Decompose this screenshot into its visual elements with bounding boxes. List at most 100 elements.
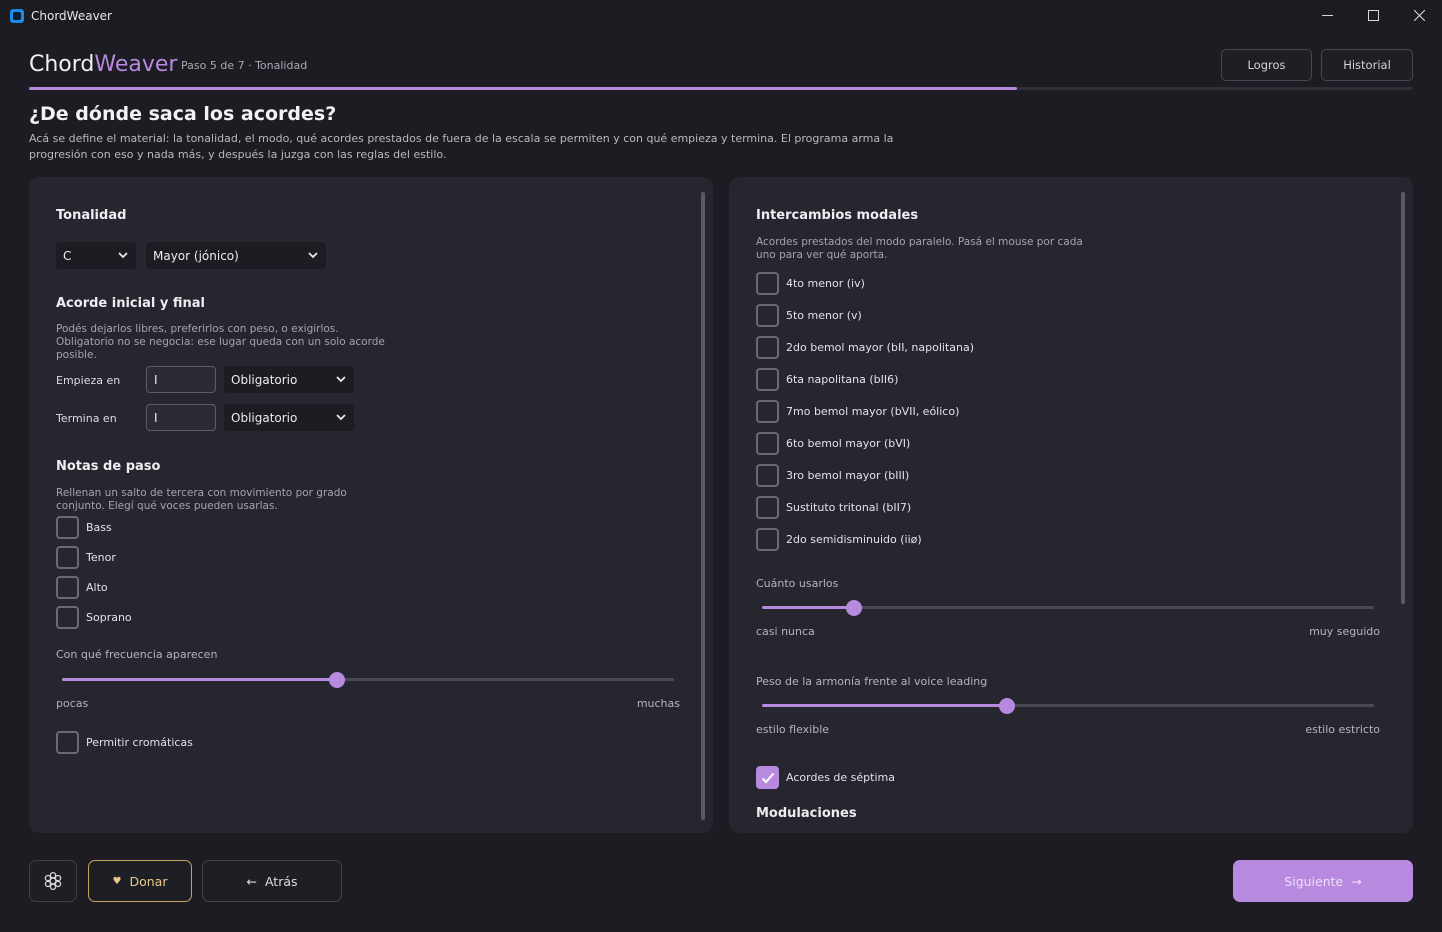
- brand-logo: ChordWeaver: [29, 52, 177, 77]
- key-select[interactable]: C: [56, 242, 136, 269]
- voice-checkbox-alto[interactable]: Alto: [56, 576, 108, 599]
- start-end-hint: Podés dejarlos libres, preferirlos con p…: [56, 323, 385, 361]
- checkbox[interactable]: [756, 432, 779, 455]
- modal-exchange-checkbox[interactable]: 6to bemol mayor (bVI): [756, 432, 910, 455]
- checkbox[interactable]: [56, 516, 79, 539]
- right-panel-scrollbar[interactable]: [1401, 192, 1405, 604]
- voice-label: Soprano: [86, 611, 132, 624]
- modal-exchange-checkbox[interactable]: 2do bemol mayor (bII, napolitana): [756, 336, 974, 359]
- page-title: ¿De dónde saca los acordes?: [29, 103, 337, 125]
- modal-exchange-checkbox[interactable]: 5to menor (v): [756, 304, 862, 327]
- modal-exchange-checkbox[interactable]: 7mo bemol mayor (bVII, eólico): [756, 400, 959, 423]
- minimize-button[interactable]: [1304, 0, 1350, 31]
- end-chord-input[interactable]: [146, 404, 216, 431]
- checkmark-icon: [761, 772, 774, 783]
- next-label: Siguiente: [1284, 873, 1344, 889]
- start-chord-input[interactable]: [146, 366, 216, 393]
- checkbox[interactable]: [756, 336, 779, 359]
- end-chord-mode-select[interactable]: Obligatorio: [224, 404, 354, 431]
- slider-fill: [762, 704, 1007, 707]
- modal-exchange-label: 5to menor (v): [786, 309, 862, 322]
- usage-max-label: muy seguido: [1309, 625, 1380, 638]
- checkbox[interactable]: [756, 464, 779, 487]
- checkbox[interactable]: [56, 546, 79, 569]
- frequency-slider[interactable]: [62, 671, 674, 688]
- close-button[interactable]: [1396, 0, 1442, 31]
- modal-exchange-section-title: Intercambios modales: [756, 208, 919, 223]
- arrow-left-icon: ←: [246, 873, 257, 889]
- checkbox[interactable]: [56, 731, 79, 754]
- modal-exchange-checkbox[interactable]: 3ro bemol mayor (bIII): [756, 464, 909, 487]
- modal-exchange-checkbox[interactable]: 6ta napolitana (bII6): [756, 368, 898, 391]
- voice-checkbox-tenor[interactable]: Tenor: [56, 546, 116, 569]
- left-panel: Tonalidad C Mayor (jónico) Acorde inicia…: [29, 177, 713, 833]
- app-icon: [10, 8, 24, 23]
- settings-button[interactable]: [29, 860, 77, 902]
- modal-exchange-label: 2do semidisminuido (iiø): [786, 533, 922, 546]
- seventh-chords-label: Acordes de séptima: [786, 771, 895, 784]
- end-chord-label: Termina en: [56, 412, 117, 425]
- chevron-down-icon: [336, 376, 346, 383]
- wizard-progress-fill: [29, 87, 1018, 90]
- seventh-chords-checkbox[interactable]: Acordes de séptima: [756, 766, 895, 789]
- modal-exchange-checkbox[interactable]: 4to menor (iv): [756, 272, 865, 295]
- modal-exchange-label: 7mo bemol mayor (bVII, eólico): [786, 405, 960, 418]
- checkbox[interactable]: [756, 400, 779, 423]
- checkbox[interactable]: [56, 576, 79, 599]
- checkbox[interactable]: [756, 766, 779, 789]
- voice-checkbox-bass[interactable]: Bass: [56, 516, 112, 539]
- slider-thumb[interactable]: [998, 697, 1015, 714]
- modal-exchange-label: 3ro bemol mayor (bIII): [786, 469, 910, 482]
- checkbox[interactable]: [756, 496, 779, 519]
- brand-part1: Chord: [29, 52, 95, 77]
- modal-exchange-checkbox[interactable]: 2do semidisminuido (iiø): [756, 528, 922, 551]
- slider-thumb[interactable]: [329, 671, 346, 688]
- window-controls: [1304, 0, 1442, 31]
- weight-slider[interactable]: [762, 697, 1374, 714]
- slider-thumb[interactable]: [845, 599, 862, 616]
- checkbox[interactable]: [756, 304, 779, 327]
- minimize-icon: [1321, 15, 1333, 16]
- weight-slider-label: Peso de la armonía frente al voice leadi…: [756, 675, 988, 688]
- mode-select[interactable]: Mayor (jónico): [146, 242, 326, 269]
- title-bar: ChordWeaver: [0, 0, 1442, 31]
- modulation-section-title: Modulaciones: [756, 806, 857, 821]
- chevron-down-icon: [308, 252, 318, 259]
- donate-button[interactable]: ♥ Donar: [88, 860, 192, 902]
- chromatic-label: Permitir cromáticas: [86, 736, 193, 749]
- checkbox[interactable]: [756, 272, 779, 295]
- voice-label: Tenor: [86, 551, 116, 564]
- voice-label: Bass: [86, 521, 112, 534]
- modal-exchange-label: 4to menor (iv): [786, 277, 865, 290]
- checkbox[interactable]: [756, 528, 779, 551]
- slider-fill: [762, 606, 854, 609]
- key-section-title: Tonalidad: [56, 208, 127, 223]
- end-chord-mode-value: Obligatorio: [231, 410, 298, 425]
- close-icon: [1413, 10, 1425, 21]
- maximize-button[interactable]: [1350, 0, 1396, 31]
- arrow-right-icon: →: [1351, 873, 1362, 889]
- history-button[interactable]: Historial: [1321, 49, 1413, 81]
- voice-checkbox-soprano[interactable]: Soprano: [56, 606, 132, 629]
- passing-notes-section-title: Notas de paso: [56, 459, 161, 474]
- achievements-button[interactable]: Logros: [1221, 49, 1312, 81]
- passing-notes-hint: Rellenan un salto de tercera con movimie…: [56, 487, 347, 512]
- usage-slider-label: Cuánto usarlos: [756, 577, 839, 590]
- next-button[interactable]: Siguiente →: [1233, 860, 1413, 902]
- modal-exchange-label: 6ta napolitana (bII6): [786, 373, 899, 386]
- frequency-slider-label: Con qué frecuencia aparecen: [56, 648, 218, 661]
- checkbox[interactable]: [56, 606, 79, 629]
- start-chord-mode-select[interactable]: Obligatorio: [224, 366, 354, 393]
- start-chord-label: Empieza en: [56, 374, 121, 387]
- usage-slider[interactable]: [762, 599, 1374, 616]
- modal-exchange-label: 2do bemol mayor (bII, napolitana): [786, 341, 975, 354]
- modal-exchange-checkbox[interactable]: Sustituto tritonal (bII7): [756, 496, 911, 519]
- slider-fill: [62, 678, 338, 681]
- back-button[interactable]: ← Atrás: [202, 860, 342, 902]
- weight-min-label: estilo flexible: [756, 723, 830, 736]
- maximize-icon: [1367, 10, 1379, 21]
- left-panel-scrollbar[interactable]: [701, 192, 705, 820]
- checkbox[interactable]: [756, 368, 779, 391]
- chromatic-checkbox[interactable]: Permitir cromáticas: [56, 731, 193, 754]
- weight-max-label: estilo estricto: [1305, 723, 1380, 736]
